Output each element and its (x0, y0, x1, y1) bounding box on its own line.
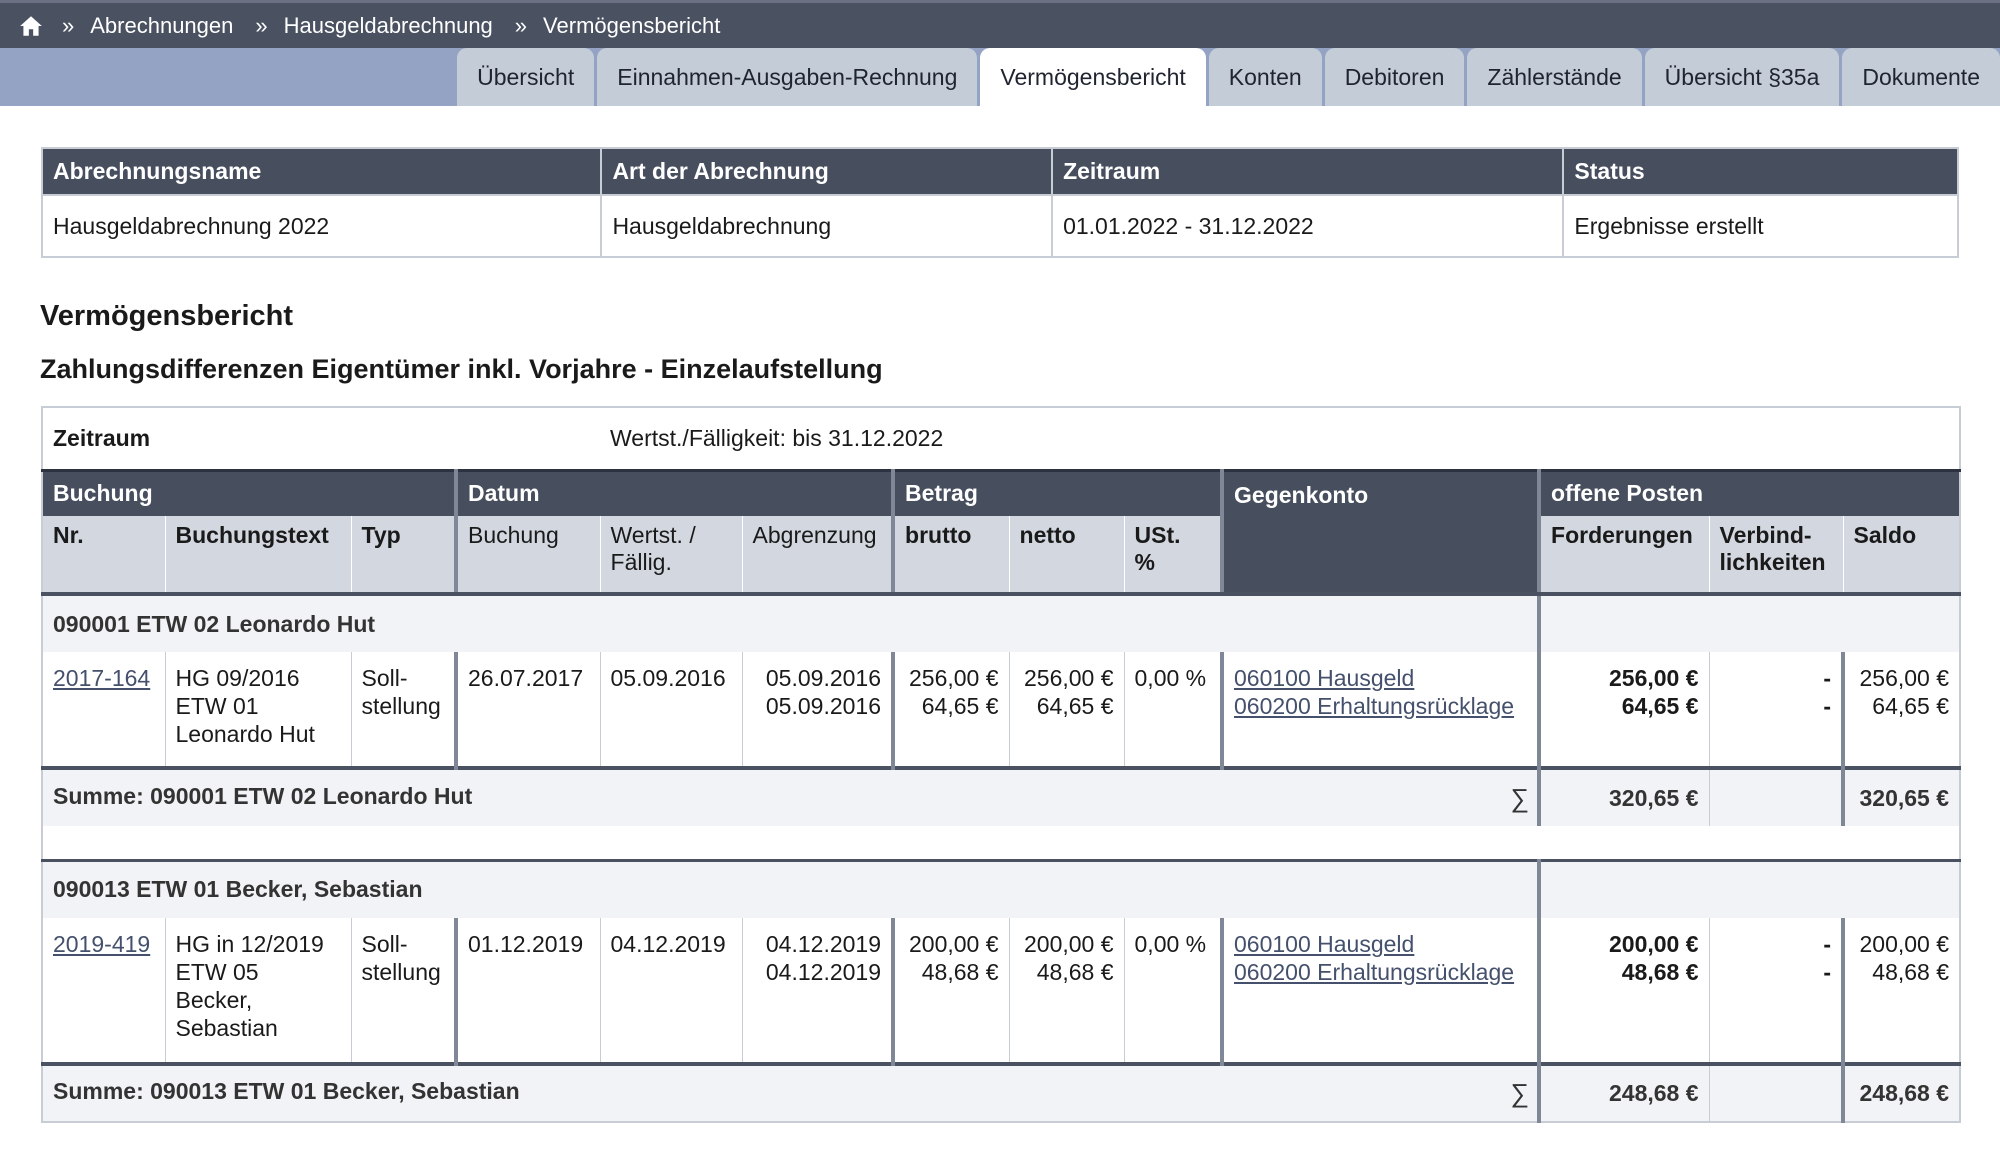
info-value-period: 01.01.2022 - 31.12.2022 (1052, 194, 1565, 257)
table-row: 2017-164 HG 09/2016 ETW 01 Leonardo Hut So… (42, 652, 1961, 768)
table-row: 2019-419 HG in 12/2019 ETW 05 Becker, Sebas… (42, 918, 1961, 1064)
account-link-erhaltungsruecklage[interactable]: 060200 Erhaltungsrücklage (1234, 959, 1514, 985)
settlement-info-table: Abrechnungsname Art der Abrechnung Zeitr… (41, 147, 1959, 258)
sum-row: Summe: 090001 ETW 02 Leonardo Hut ∑ 320,… (42, 766, 1961, 826)
column-header-wertst: Wertst. / Fällig. (600, 516, 743, 596)
owner-title: 090001 ETW 02 Leonardo Hut (42, 594, 1542, 652)
booking-text: HG in 12/2019 ETW 05 Becker, Sebastian (165, 918, 352, 1064)
breadcrumb-item-hausgeldabrechnung[interactable]: Hausgeldabrechnung (284, 13, 493, 39)
breadcrumb-separator: » (62, 12, 75, 38)
info-value-status: Ergebnisse erstellt (1563, 194, 1959, 257)
breadcrumb-separator: » (255, 12, 268, 38)
accrual-date: 04.12.2019 04.12.2019 (742, 918, 896, 1064)
receivables: 256,00 €64,65 € (1539, 652, 1710, 768)
sum-receivables: 320,65 € (1539, 766, 1710, 826)
column-header-brutto: brutto (893, 516, 1010, 596)
home-icon[interactable] (18, 13, 44, 39)
column-header-typ: Typ (351, 516, 458, 596)
breadcrumb-separator: » (514, 12, 528, 38)
group-header-betrag: Betrag (893, 468, 1225, 516)
booking-type: Soll-stellung (351, 652, 458, 768)
breadcrumb-item-abrechnungen[interactable]: Abrechnungen (90, 13, 233, 39)
column-header-buchungstext: Buchungstext (165, 516, 352, 596)
section-subtitle: Zahlungsdifferenzen Eigentümer inkl. Vor… (40, 354, 883, 384)
liabilities: -- (1709, 652, 1846, 768)
group-header-gegenkonto: Gegenkonto (1222, 468, 1542, 596)
vat-rate: 0,00 % (1124, 652, 1225, 768)
offset-accounts: 060100 Hausgeld 060200 Erhaltungsrücklag… (1222, 918, 1542, 1064)
section-title: Vermögensbericht (40, 300, 294, 332)
column-header-netto: netto (1009, 516, 1125, 596)
offset-accounts: 060100 Hausgeld 060200 Erhaltungsrücklag… (1222, 652, 1542, 768)
tab-konten[interactable]: Konten (1208, 48, 1322, 106)
accrual-date: 05.09.2016 05.09.2016 (742, 652, 896, 768)
info-value-name: Hausgeldabrechnung 2022 (42, 194, 603, 257)
balance: 256,00 €64,65 € (1843, 652, 1961, 768)
sum-row: Summe: 090013 ETW 01 Becker, Sebastian ∑… (42, 1062, 1961, 1122)
amount-net: 256,00 €64,65 € (1009, 652, 1125, 768)
booking-date: 01.12.2019 (456, 918, 601, 1064)
balance: 200,00 €48,68 € (1843, 918, 1961, 1064)
tab-bar: Übersicht Einnahmen-Ausgaben-Rechnung Ve… (0, 48, 2000, 106)
info-header-period: Zeitraum (1052, 148, 1565, 195)
booking-number-link[interactable]: 2019-419 (53, 931, 150, 957)
sum-receivables: 248,68 € (1539, 1062, 1710, 1122)
column-header-ust: USt.% (1124, 516, 1225, 596)
vat-rate: 0,00 % (1124, 918, 1225, 1064)
group-header-offene-posten: offene Posten (1539, 468, 1961, 516)
tab-einnahmen-ausgaben-rechnung[interactable]: Einnahmen-Ausgaben-Rechnung (597, 48, 978, 106)
column-header-nr: Nr. (42, 516, 166, 596)
column-header-buchung: Buchung (456, 516, 601, 596)
sum-label: Summe: 090013 ETW 01 Becker, Sebastian (53, 1078, 520, 1104)
amount-gross: 200,00 €48,68 € (893, 918, 1010, 1064)
booking-type: Soll-stellung (351, 918, 458, 1064)
sigma-icon: ∑ (1510, 1078, 1530, 1108)
account-link-erhaltungsruecklage[interactable]: 060200 Erhaltungsrücklage (1234, 693, 1514, 719)
breadcrumb: » Abrechnungen » Hausgeldabrechnung » Ve… (0, 0, 2000, 48)
sum-balance: 248,68 € (1843, 1062, 1961, 1122)
payment-differences-table: Zeitraum Wertst./Fälligkeit: bis 31.12.2… (41, 406, 1962, 1123)
tab-uebersicht[interactable]: Übersicht (457, 48, 595, 106)
booking-date: 26.07.2017 (456, 652, 601, 768)
amount-gross: 256,00 €64,65 € (893, 652, 1010, 768)
tab-vermoegensbericht[interactable]: Vermögensbericht (980, 48, 1206, 106)
sigma-icon: ∑ (1510, 782, 1530, 813)
period-value: Wertst./Fälligkeit: bis 31.12.2022 (600, 407, 1961, 470)
booking-text: HG 09/2016 ETW 01 Leonardo Hut (165, 652, 352, 768)
tab-zaehlerstaende[interactable]: Zählerstände (1467, 48, 1642, 106)
liabilities: -- (1709, 918, 1846, 1064)
info-value-type: Hausgeldabrechnung (601, 194, 1054, 257)
column-header-verbindlichkeiten: Verbind-lichkeiten (1709, 516, 1844, 596)
info-header-type: Art der Abrechnung (601, 148, 1054, 195)
tab-uebersicht-35a[interactable]: Übersicht §35a (1644, 48, 1840, 106)
value-date: 04.12.2019 (600, 918, 743, 1064)
breadcrumb-item-current: Vermögensbericht (543, 12, 721, 38)
column-header-saldo: Saldo (1843, 516, 1961, 596)
column-header-abgrenzung: Abgrenzung (742, 516, 896, 596)
group-header-buchung: Buchung (42, 468, 458, 516)
account-link-hausgeld[interactable]: 060100 Hausgeld (1234, 931, 1414, 957)
booking-number-link[interactable]: 2017-164 (53, 665, 150, 691)
tab-dokumente[interactable]: Dokumente (1842, 48, 2000, 106)
info-header-name: Abrechnungsname (42, 148, 603, 195)
period-label: Zeitraum (42, 407, 601, 470)
sum-balance: 320,65 € (1843, 766, 1961, 826)
receivables: 200,00 €48,68 € (1539, 918, 1710, 1064)
sum-label: Summe: 090001 ETW 02 Leonardo Hut (53, 782, 473, 809)
owner-group-header: 090001 ETW 02 Leonardo Hut (42, 594, 1961, 652)
account-link-hausgeld[interactable]: 060100 Hausgeld (1234, 665, 1414, 691)
amount-net: 200,00 €48,68 € (1009, 918, 1125, 1064)
column-header-forderungen: Forderungen (1539, 516, 1710, 596)
owner-title: 090013 ETW 01 Becker, Sebastian (42, 860, 1542, 918)
value-date: 05.09.2016 (600, 652, 743, 768)
tab-debitoren[interactable]: Debitoren (1324, 48, 1465, 106)
owner-group-header: 090013 ETW 01 Becker, Sebastian (42, 860, 1961, 918)
info-header-status: Status (1563, 148, 1959, 195)
group-header-datum: Datum (456, 468, 896, 516)
